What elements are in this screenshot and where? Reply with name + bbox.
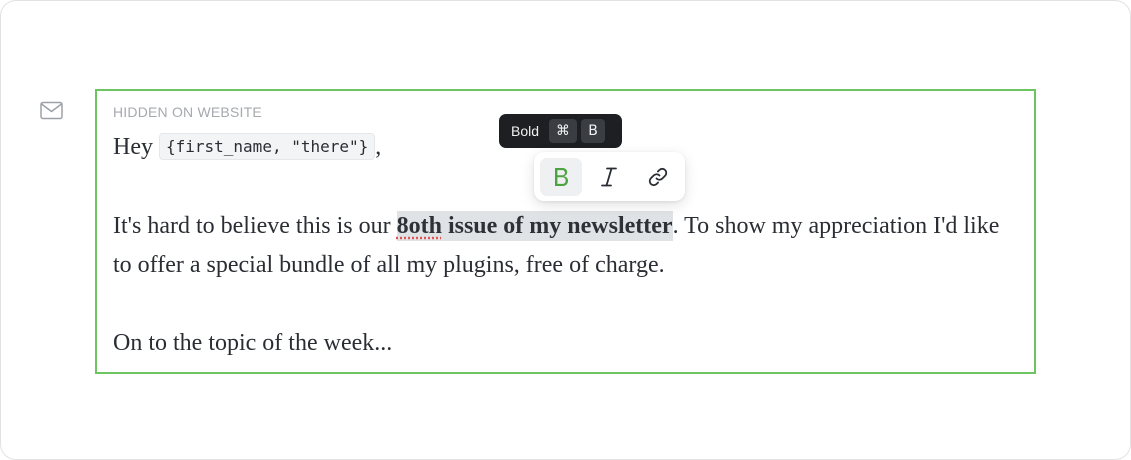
selected-text[interactable]: 8oth issue of my newsletter bbox=[396, 211, 673, 241]
mail-icon bbox=[40, 101, 63, 120]
tooltip-label: Bold bbox=[511, 123, 540, 139]
bold-tooltip: Bold ⌘ B bbox=[499, 114, 622, 148]
bold-button[interactable] bbox=[540, 157, 583, 196]
body-text-before: It's hard to believe this is our bbox=[113, 213, 397, 239]
link-icon bbox=[648, 167, 667, 186]
selected-text-rest: issue of my newsletter bbox=[441, 213, 673, 239]
italic-icon bbox=[601, 167, 618, 186]
merge-tag-chip[interactable]: {first_name, "there"} bbox=[158, 133, 376, 160]
b-key: B bbox=[581, 119, 606, 143]
link-button[interactable] bbox=[637, 158, 679, 196]
body-paragraph[interactable]: It's hard to believe this is our 8oth is… bbox=[113, 207, 1013, 285]
greeting-text: Hey bbox=[113, 134, 159, 160]
command-key: ⌘ bbox=[549, 119, 578, 143]
italic-button[interactable] bbox=[588, 158, 630, 196]
greeting-suffix: , bbox=[375, 134, 382, 160]
hidden-on-website-label: HIDDEN ON WEBSITE bbox=[113, 104, 262, 120]
misspelled-word[interactable]: 8oth bbox=[397, 213, 442, 239]
format-toolbar bbox=[534, 152, 685, 201]
bold-icon bbox=[555, 167, 569, 186]
closing-paragraph[interactable]: On to the topic of the week... bbox=[113, 324, 1013, 363]
